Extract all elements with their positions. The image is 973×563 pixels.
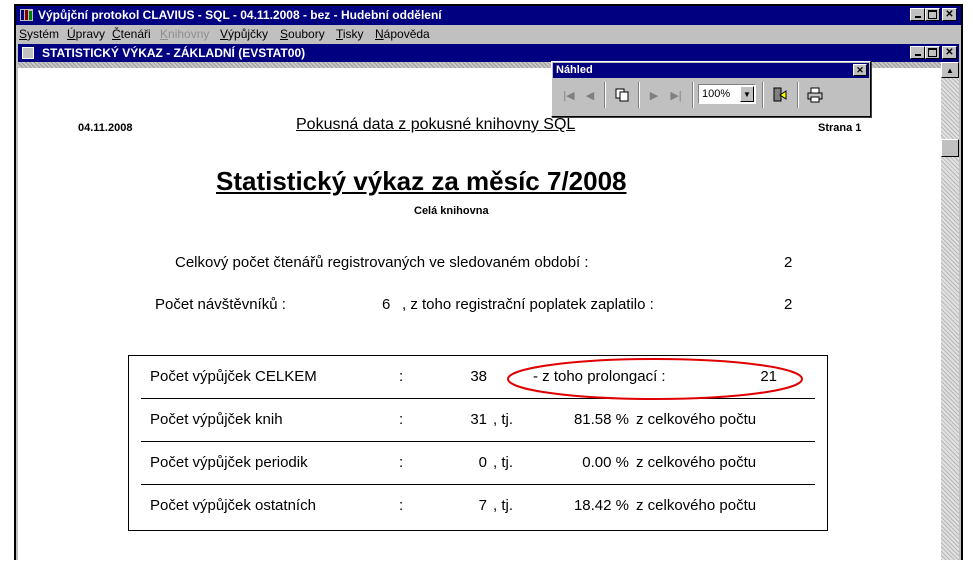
minimize-icon: [914, 54, 921, 56]
print-button[interactable]: [803, 83, 827, 107]
visitors-label: Počet návštěvníků :: [155, 296, 286, 313]
table-row: Počet výpůjček periodik : 0 , tj. 0.00 %…: [129, 442, 827, 485]
colon: :: [399, 368, 404, 385]
menu-item-system[interactable]: Systém: [19, 25, 59, 43]
scroll-up-button[interactable]: ▲: [941, 62, 959, 78]
copy-pages-icon: [615, 88, 629, 102]
row-percent: 18.42 %: [573, 497, 629, 514]
toolbar-separator: [692, 82, 694, 108]
close-icon: ✕: [856, 65, 864, 75]
toolbar-separator: [762, 82, 764, 108]
last-page-button[interactable]: ▶|: [664, 83, 688, 107]
child-minimize-button[interactable]: [910, 46, 925, 59]
row-tail: z celkového počtu: [636, 411, 757, 428]
report-child-window: STATISTICKÝ VÝKAZ - ZÁKLADNÍ (EVSTAT00) …: [16, 43, 961, 560]
arrow-up-icon: ▲: [946, 65, 954, 75]
colon: :: [399, 411, 404, 428]
copy-page-button[interactable]: [610, 83, 634, 107]
close-icon: ✕: [945, 46, 954, 58]
next-page-icon: ▶: [649, 89, 659, 102]
menu-item-knihovny[interactable]: Knihovny: [160, 25, 209, 43]
fee-label: , z toho registrační poplatek zaplatilo …: [402, 296, 654, 313]
menu-item-soubory[interactable]: Soubory: [280, 25, 325, 43]
report-header: Pokusná data z pokusné knihovny SQL: [296, 116, 576, 133]
main-window: Výpůjční protokol CLAVIUS - SQL - 04.11.…: [14, 4, 963, 560]
zoom-select[interactable]: 100% ▼: [698, 84, 756, 104]
row-tail: z celkového počtu: [636, 454, 757, 471]
child-titlebar[interactable]: STATISTICKÝ VÝKAZ - ZÁKLADNÍ (EVSTAT00) …: [18, 44, 959, 62]
registered-value: 2: [784, 254, 793, 271]
prev-page-button[interactable]: ◀: [580, 83, 600, 107]
colon: :: [399, 497, 404, 514]
chevron-down-icon[interactable]: ▼: [740, 86, 754, 102]
prolongation-value: 21: [760, 368, 777, 385]
row-tail: z celkového počtu: [636, 497, 757, 514]
row-percent: 81.58 %: [573, 411, 629, 428]
row-label: Počet výpůjček ostatních: [150, 497, 316, 514]
table-row: Počet výpůjček knih : 31 , tj. 81.58 % z…: [129, 399, 827, 442]
menu-item-upravy[interactable]: Úpravy: [67, 25, 105, 43]
minimize-button[interactable]: [910, 8, 925, 21]
child-close-button[interactable]: ✕: [942, 46, 957, 59]
page-number: Strana 1: [818, 122, 862, 134]
window-title: Výpůjční protokol CLAVIUS - SQL - 04.11.…: [38, 8, 442, 22]
exit-door-icon: [773, 87, 787, 102]
maximize-icon: [928, 10, 937, 19]
report-page: 04.11.2008 Pokusná data z pokusné knihov…: [18, 68, 941, 560]
zoom-value: 100%: [702, 88, 731, 100]
maximize-button[interactable]: [925, 8, 940, 21]
app-icon: [20, 9, 33, 21]
printer-icon: [807, 87, 823, 103]
row-value: 0: [478, 454, 487, 471]
prev-page-icon: ◀: [585, 89, 595, 102]
last-page-icon: ▶|: [670, 89, 682, 102]
report-date: 04.11.2008: [78, 122, 133, 134]
row-tj: , tj.: [493, 454, 514, 471]
maximize-icon: [928, 48, 937, 57]
first-page-icon: |◀: [563, 89, 575, 102]
row-value: 31: [470, 411, 487, 428]
report-title: Statistický výkaz za měsíc 7/2008: [216, 166, 627, 196]
next-page-button[interactable]: ▶: [644, 83, 664, 107]
report-subtitle: Celá knihovna: [414, 205, 489, 217]
exit-preview-button[interactable]: [768, 83, 792, 107]
table-row: Počet výpůjček ostatních : 7 , tj. 18.42…: [129, 485, 827, 528]
table-row: Počet výpůjček CELKEM : 38 - z toho prol…: [129, 356, 827, 399]
loans-total-value: 38: [470, 368, 487, 385]
child-maximize-button[interactable]: [925, 46, 940, 59]
menu-item-ctenari[interactable]: Čtenáři: [112, 25, 151, 43]
toolbar-separator: [797, 82, 799, 108]
menu-item-vypujcky[interactable]: Výpůjčky: [220, 25, 268, 43]
toolbar-close-button[interactable]: ✕: [853, 64, 867, 76]
row-tj: , tj.: [493, 497, 514, 514]
row-value: 7: [478, 497, 487, 514]
preview-toolbar: Náhled ✕ |◀ ◀ ▶ ▶| 100% ▼: [551, 61, 871, 117]
menu-item-napoveda[interactable]: Nápověda: [375, 25, 430, 43]
menu-bar: Systém Úpravy Čtenáři Knihovny Výpůjčky …: [16, 25, 961, 43]
registered-label: Celkový počet čtenářů registrovaných ve …: [175, 254, 589, 271]
row-tj: , tj.: [493, 411, 514, 428]
visitors-value: 6: [382, 296, 391, 313]
colon: :: [399, 454, 404, 471]
loans-total-label: Počet výpůjček CELKEM: [150, 368, 317, 385]
row-percent: 0.00 %: [582, 454, 629, 471]
row-label: Počet výpůjček periodik: [150, 454, 308, 471]
row-label: Počet výpůjček knih: [150, 411, 283, 428]
scroll-thumb[interactable]: [941, 139, 959, 157]
child-title: STATISTICKÝ VÝKAZ - ZÁKLADNÍ (EVSTAT00): [42, 46, 306, 60]
toolbar-separator: [638, 82, 640, 108]
prolongation-label: - z toho prolongací :: [533, 368, 666, 385]
document-icon: [22, 47, 34, 59]
vertical-scrollbar[interactable]: ▲: [941, 62, 959, 560]
fee-value: 2: [784, 296, 793, 313]
loans-table: Počet výpůjček CELKEM : 38 - z toho prol…: [128, 355, 828, 531]
close-icon: ✕: [945, 8, 954, 20]
close-button[interactable]: ✕: [942, 8, 957, 21]
window-titlebar[interactable]: Výpůjční protokol CLAVIUS - SQL - 04.11.…: [16, 6, 961, 25]
first-page-button[interactable]: |◀: [558, 83, 580, 107]
minimize-icon: [914, 16, 921, 18]
preview-toolbar-title[interactable]: Náhled: [553, 63, 869, 78]
menu-item-tisky[interactable]: Tisky: [336, 25, 364, 43]
toolbar-separator: [604, 82, 606, 108]
